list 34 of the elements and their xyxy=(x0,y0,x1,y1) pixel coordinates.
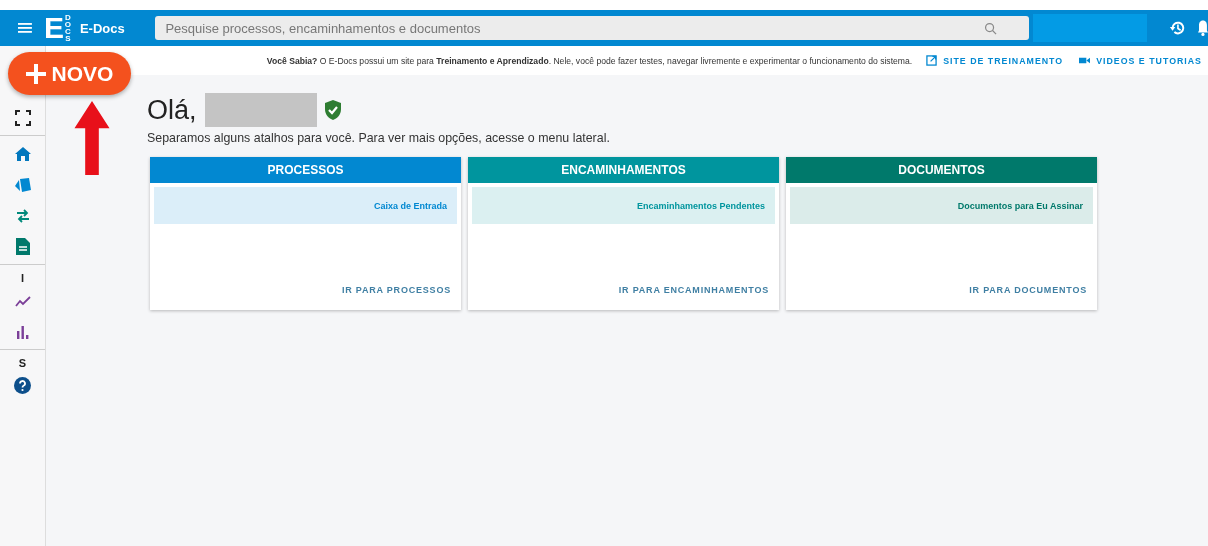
document-icon[interactable] xyxy=(15,238,30,255)
home-icon[interactable] xyxy=(14,145,31,162)
card-link[interactable]: IR PARA PROCESSOS xyxy=(341,285,451,295)
info-text: Você Sabia? O E-Docs possui um site para Treinamento e Aprendizado. Nele, você pode fazer testes, navegar livremente e experimentar o funcionamento do sistema. xyxy=(266,55,913,66)
external-link-icon xyxy=(926,55,938,66)
search-icon[interactable] xyxy=(984,22,998,35)
line-chart-icon[interactable] xyxy=(14,294,31,307)
sidebar-section-label: S xyxy=(18,356,27,370)
plus-icon xyxy=(25,63,46,84)
video-camera-icon xyxy=(1079,55,1091,66)
app-name: E-Docs xyxy=(79,20,126,36)
bar-chart-icon[interactable] xyxy=(15,324,30,339)
shortcut-item[interactable]: Encaminhamentos Pendentes xyxy=(472,187,775,224)
info-link[interactable]: VIDEOS E TUTORIAS xyxy=(1079,55,1202,66)
card-link[interactable]: IR PARA ENCAMINHAMENTOS xyxy=(618,285,769,295)
bell-icon[interactable] xyxy=(1198,19,1208,37)
search-field[interactable]: Pesquise processos, encaminhamentos e documentos xyxy=(155,16,1030,40)
greeting-subtitle: Separamos alguns atalhos para você. Para ver mais opções, acesse o menu lateral. xyxy=(147,131,611,145)
fullscreen-icon[interactable] xyxy=(14,109,31,126)
shortcut-item[interactable]: Caixa de Entrada xyxy=(154,187,457,224)
info-link[interactable]: SITE DE TREINAMENTO xyxy=(926,55,1064,66)
verified-shield-icon xyxy=(322,99,343,121)
greeting-title: Olá, xyxy=(147,94,197,126)
tag-icon[interactable] xyxy=(13,176,32,193)
help-icon[interactable] xyxy=(14,377,31,394)
swap-arrows-icon[interactable] xyxy=(14,208,31,223)
shortcut-item[interactable]: Documentos para Eu Assinar xyxy=(790,187,1093,224)
card-header: PROCESSOS xyxy=(150,157,461,183)
menu-icon[interactable] xyxy=(18,23,32,33)
new-button[interactable]: NOVO xyxy=(8,52,131,95)
sidebar-section-label: I xyxy=(20,271,25,285)
card-header: ENCAMINHAMENTOS xyxy=(468,157,779,183)
card-link[interactable]: IR PARA DOCUMENTOS xyxy=(969,285,1087,295)
card-header: DOCUMENTOS xyxy=(786,157,1097,183)
